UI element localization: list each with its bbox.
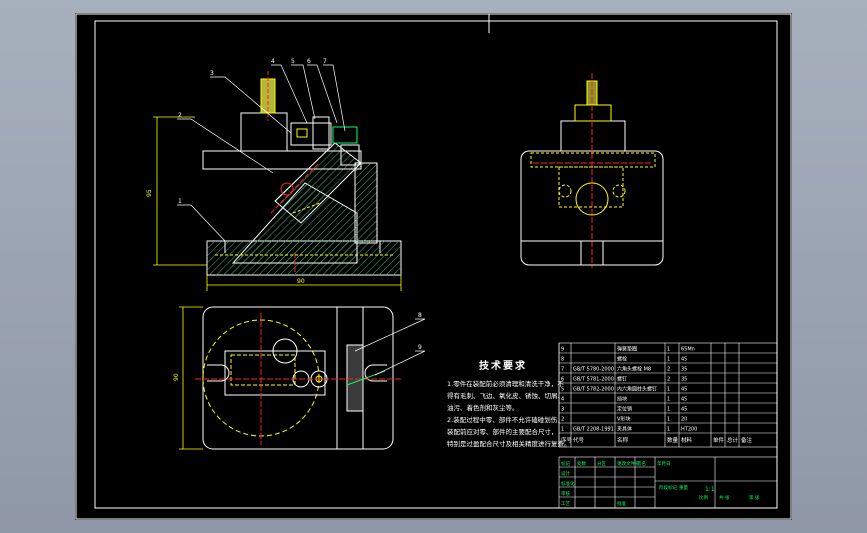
- bom-cell: GB/T 2208-1991: [573, 427, 614, 433]
- bom-cell: 45: [681, 357, 687, 363]
- bom-cell: 2: [667, 377, 670, 383]
- front-view: [202, 71, 402, 276]
- leader-label-1: 1: [178, 198, 182, 205]
- bom-cell: 8: [561, 357, 564, 363]
- dim-top-height: 90: [173, 373, 180, 381]
- bom-header-cell: 代号: [573, 436, 585, 444]
- bom-cell: GB/T 5781-2000: [573, 377, 614, 383]
- bom-cell: 35: [681, 377, 687, 383]
- title-block-label: 分区: [597, 460, 606, 467]
- bom-header-cell: 总计: [727, 436, 739, 444]
- bom-cell: 1: [667, 407, 670, 413]
- title-block-label: 年月日: [657, 460, 671, 467]
- leader-label-3: 3: [210, 70, 214, 77]
- bom-cell: 1: [667, 347, 670, 353]
- bom-header-cell: 名称: [617, 436, 629, 444]
- drawing-sheet: 95 90 3 2 1 4 5 6 7 90 8 9 1:1 9 弹簧垫圈 1 …: [75, 13, 792, 520]
- bom-cell: 45: [681, 397, 687, 403]
- bom-cell: 1: [667, 417, 670, 423]
- leader-label-6: 6: [307, 58, 311, 65]
- bom-header-cell: 数量: [667, 436, 679, 444]
- title-block-label: 重量: [679, 484, 688, 491]
- title-block-label: 第 张: [749, 494, 760, 501]
- bom-cell: 内六角圆柱头螺钉: [617, 386, 657, 393]
- title-block-label: 设计: [561, 470, 570, 477]
- top-view: [195, 306, 401, 450]
- bom-header-cell: 备注: [741, 436, 753, 444]
- bom-cell: 9: [561, 347, 564, 353]
- bom-cell: GB/T 5780-2000: [573, 367, 614, 373]
- bom-cell: 定位销: [617, 406, 632, 413]
- bom-cell: 1: [667, 397, 670, 403]
- bom-cell: 1: [667, 427, 670, 433]
- leader-label-4: 4: [271, 58, 275, 65]
- tech-line-2: 得有毛刺、飞边、氧化皮、锈蚀、切屑、: [447, 392, 564, 400]
- dim-front-height: 95: [146, 189, 153, 197]
- bom-header-cell: 材料: [681, 436, 693, 444]
- tech-line-3: 油污、着色剂和灰尘等。: [447, 404, 519, 412]
- title-block-label: 共 张: [719, 494, 730, 501]
- bom-cell: 1: [667, 357, 670, 363]
- title-block-label: 处数: [577, 460, 586, 467]
- bom-cell: HT200: [681, 427, 697, 433]
- title-block-label: 审核: [561, 490, 570, 497]
- bom-cell: 夹具体: [617, 426, 632, 433]
- title-block-label: 比例: [699, 494, 708, 501]
- bom-cell: 65Mn: [681, 347, 695, 353]
- bom-cell: 六角头螺栓 M8: [617, 366, 651, 373]
- leader-label-2: 2: [178, 112, 182, 119]
- leader-label-8: 8: [418, 312, 422, 319]
- top-leaders: [354, 318, 426, 376]
- bom-cell: 20: [681, 417, 687, 423]
- bom-cell: 45: [681, 387, 687, 393]
- tech-line-1: 1.零件在装配前必须清理和清洗干净，不: [447, 380, 564, 388]
- tech-line-6: 特别是过盈配合尺寸及相关精度进行复查。: [447, 440, 571, 448]
- tech-requirements-title: 技术要求: [479, 361, 527, 372]
- leader-label-7: 7: [323, 58, 327, 65]
- title-block-label: 阶段标记: [659, 484, 677, 491]
- engineering-drawing: 95 90 3 2 1 4 5 6 7 90 8 9 1:1 9 弹簧垫圈 1 …: [75, 13, 792, 520]
- leader-label-5: 5: [291, 58, 295, 65]
- title-block-label: 批准: [617, 500, 626, 507]
- side-view: [520, 73, 664, 268]
- bom-cell: GB/T 5782-2000: [573, 387, 614, 393]
- title-block-label: 标准化: [561, 480, 575, 487]
- tech-line-5: 装配前应对零、部件的主要配合尺寸，: [447, 428, 558, 436]
- bom-header-cell: 单件: [713, 436, 725, 444]
- inner-frame: [94, 20, 778, 509]
- dim-front-width: 90: [297, 278, 305, 285]
- bom-cell: 35: [681, 367, 687, 373]
- bom-cell: 1: [667, 387, 670, 393]
- title-block-label: 标记: [561, 460, 570, 467]
- bom-cell: 7: [561, 367, 564, 373]
- bom-cell: 2: [667, 367, 670, 373]
- bom-cell: 弹簧垫圈: [617, 346, 637, 353]
- bom-cell: 螺栓: [617, 356, 627, 363]
- bom-cell: 3: [561, 407, 564, 413]
- cad-viewport: 95 90 3 2 1 4 5 6 7 90 8 9 1:1 9 弹簧垫圈 1 …: [0, 0, 867, 533]
- title-block-label: 工艺: [561, 501, 570, 507]
- bom-cell: 螺钉: [617, 376, 627, 383]
- bom-cell: 1: [561, 427, 564, 433]
- leader-label-9: 9: [418, 344, 422, 351]
- top-dimensions: [179, 306, 203, 450]
- title-scale: 1:1: [705, 486, 715, 493]
- bom-cell: 45: [681, 407, 687, 413]
- tech-line-4: 2.装配过程中零、部件不允许磕碰划伤，: [447, 416, 564, 424]
- bom-cell: V形块: [617, 416, 630, 423]
- title-block-label: 签名: [637, 460, 646, 467]
- bom-cell: 挡块: [617, 396, 627, 403]
